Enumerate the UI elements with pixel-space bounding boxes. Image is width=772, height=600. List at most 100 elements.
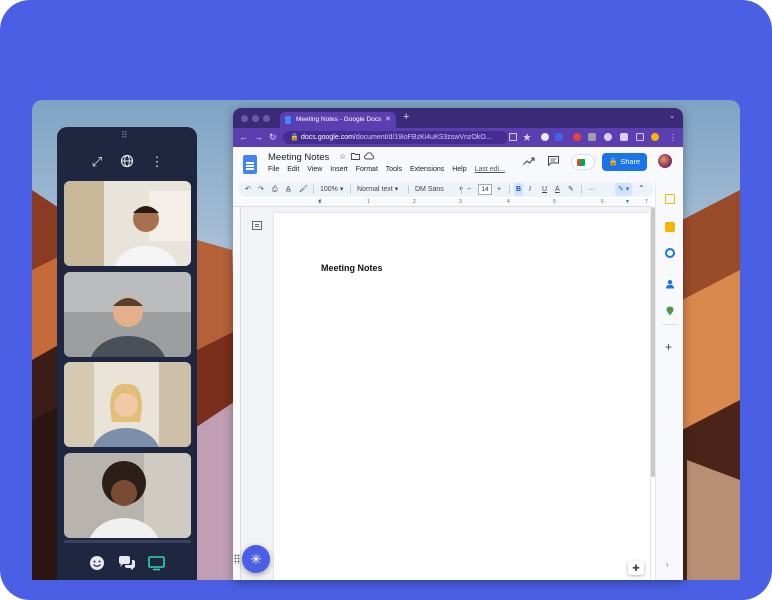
participant-video-2[interactable] [64, 272, 191, 357]
app-card: ⠿ ⤢ ⋮ Meeting Notes - Google Docs ✕ + ⌄ … [0, 0, 772, 600]
document-outline-icon[interactable] [252, 221, 262, 230]
menu-edit[interactable]: Edit [287, 166, 299, 173]
cloud-status-icon[interactable] [364, 152, 374, 162]
italic-button[interactable]: I [529, 183, 531, 196]
emoji-icon[interactable] [89, 555, 107, 573]
bookmark-star-icon[interactable] [523, 133, 531, 141]
horizontal-ruler: ▼ 1 1 2 3 4 5 6 ▼ 7 [233, 199, 651, 207]
lock-icon: 🔒 [290, 134, 299, 141]
video-call-panel: ⠿ ⤢ ⋮ [57, 127, 197, 580]
share-button[interactable]: 🔒 Share [602, 153, 647, 171]
hide-side-panel-icon[interactable]: › [666, 560, 669, 569]
keep-icon[interactable] [665, 222, 675, 232]
reload-button[interactable]: ↻ [269, 131, 277, 144]
last-edit-link[interactable]: Last edi... [475, 166, 505, 173]
move-folder-icon[interactable] [351, 152, 360, 162]
url-input[interactable]: 🔒 docs.google.com/document/d/19ioFBzKi4u… [283, 131, 508, 144]
window-close-dot[interactable] [241, 115, 248, 122]
highlight-icon[interactable]: ✎ [568, 183, 574, 196]
ruler-number: 1 [367, 199, 370, 205]
meet-camera-icon [577, 159, 585, 166]
tab-close-icon[interactable]: ✕ [385, 112, 391, 128]
document-page[interactable]: Meeting Notes [274, 213, 650, 580]
toolbar-divider [313, 185, 314, 194]
add-comment-icon[interactable]: ✚ [628, 561, 644, 575]
bold-button[interactable]: B [514, 183, 524, 196]
activity-trend-icon[interactable] [523, 156, 535, 169]
participant-image [64, 453, 191, 538]
document-title[interactable]: Meeting Notes [268, 152, 329, 163]
get-add-ons-icon[interactable]: + [665, 340, 672, 354]
more-options-icon[interactable]: ⋮ [149, 154, 165, 170]
increase-font-size-button[interactable]: + [497, 183, 501, 196]
window-minimize-dot[interactable] [252, 115, 259, 122]
extension-2-icon[interactable] [555, 133, 563, 141]
editing-mode-icon[interactable]: ✎ ▾ [615, 183, 633, 196]
globe-icon[interactable] [119, 154, 135, 170]
docs-favicon-icon [285, 116, 291, 124]
participant-image [64, 181, 191, 266]
google-docs-logo-icon[interactable] [243, 155, 257, 174]
font-size-input[interactable]: 14 [478, 184, 492, 195]
ruler-number: 3 [459, 199, 462, 205]
menu-tools[interactable]: Tools [386, 166, 402, 173]
new-tab-button[interactable]: + [403, 111, 409, 123]
page-heading[interactable]: Meeting Notes [321, 263, 383, 273]
menu-help[interactable]: Help [452, 166, 466, 173]
calendar-icon[interactable] [665, 194, 675, 204]
participant-video-4[interactable] [64, 453, 191, 538]
menu-format[interactable]: Format [356, 166, 378, 173]
chat-icon[interactable] [118, 555, 136, 573]
meet-button[interactable] [571, 154, 595, 170]
ruler-right-margin-icon[interactable]: ▼ [625, 199, 630, 205]
browser-menu-icon[interactable]: ⋮ [669, 131, 677, 144]
redo-icon[interactable]: ↷ [258, 183, 264, 196]
menu-file[interactable]: File [268, 166, 279, 173]
menu-extensions[interactable]: Extensions [410, 166, 444, 173]
font-select[interactable]: DM Sans ▾ [415, 183, 463, 196]
app-grid-icon[interactable] [234, 554, 240, 564]
panel-divider [64, 540, 191, 543]
decrease-font-size-button[interactable]: − [467, 183, 471, 196]
screen-share-icon[interactable] [148, 555, 166, 573]
tasks-icon[interactable] [665, 248, 675, 258]
undo-icon[interactable]: ↶ [245, 183, 251, 196]
print-icon[interactable]: ⎙ [272, 183, 278, 196]
expand-icon[interactable]: ⤢ [89, 154, 105, 170]
sidebar-toggle-icon[interactable] [636, 133, 644, 141]
maps-icon[interactable] [665, 303, 675, 316]
extension-4-icon[interactable] [588, 133, 596, 141]
text-color-button[interactable]: A [555, 183, 560, 196]
drag-handle[interactable]: ⠿ [121, 131, 128, 140]
spellcheck-icon[interactable]: A̲ [286, 183, 291, 196]
participant-video-3[interactable] [64, 362, 191, 447]
more-tools-button[interactable]: ··· [588, 183, 595, 196]
back-button[interactable]: ← [239, 131, 248, 144]
profile-icon[interactable] [651, 133, 659, 141]
zoom-select[interactable]: 100% ▾ [320, 183, 343, 196]
forward-button[interactable]: → [254, 131, 263, 144]
browser-tab[interactable]: Meeting Notes - Google Docs ✕ [280, 112, 396, 128]
comments-icon[interactable] [548, 156, 559, 169]
extension-1-icon[interactable] [541, 133, 549, 141]
extensions-puzzle-icon[interactable] [620, 133, 628, 141]
tab-search-icon[interactable]: ⌄ [669, 112, 675, 120]
participant-video-1[interactable] [64, 181, 191, 266]
share-page-icon[interactable] [509, 133, 517, 141]
assistant-fab-icon[interactable]: ✳ [242, 545, 270, 573]
collapse-menus-icon[interactable]: ⌃ [638, 184, 645, 193]
contacts-icon[interactable] [665, 276, 675, 289]
toolbar-divider [350, 185, 351, 194]
star-icon[interactable]: ☆ [339, 152, 346, 161]
extension-3-icon[interactable] [573, 133, 581, 141]
style-value: Normal text [357, 186, 393, 193]
style-select[interactable]: Normal text ▾ [357, 183, 398, 196]
window-maximize-dot[interactable] [263, 115, 270, 122]
menu-insert[interactable]: Insert [330, 166, 348, 173]
underline-button[interactable]: U [542, 183, 547, 196]
menu-view[interactable]: View [307, 166, 322, 173]
extension-5-icon[interactable] [604, 133, 612, 141]
paint-format-icon[interactable]: 🖌 [299, 183, 308, 196]
side-panel-divider [662, 324, 678, 325]
account-avatar[interactable] [657, 153, 673, 169]
